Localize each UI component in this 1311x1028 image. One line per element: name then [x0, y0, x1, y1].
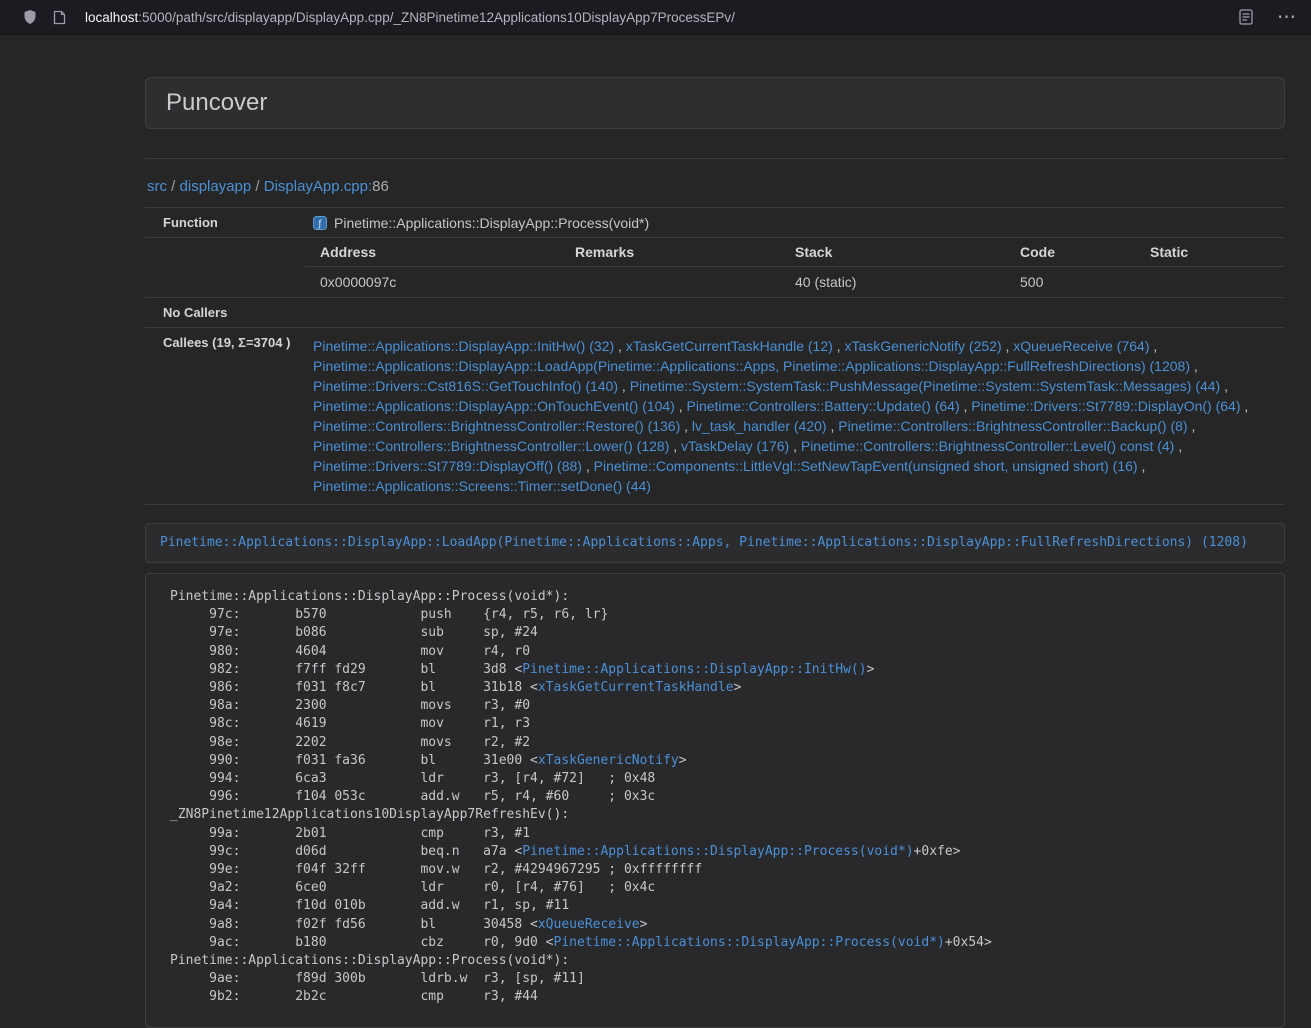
function-name-cell: ƒ Pinetime::Applications::DisplayApp::Pr… — [305, 208, 1285, 238]
metrics-row: Address Remarks Stack Code Static 0x0000… — [145, 238, 1285, 298]
callees-label: Callees (19, Σ=3704 ) — [145, 328, 305, 505]
assembly-pre: Pinetime::Applications::DisplayApp::Proc… — [170, 588, 1260, 1007]
stack-value: 40 (static) — [780, 267, 1005, 298]
callee-link[interactable]: xTaskGetCurrentTaskHandle (12) — [626, 338, 833, 354]
asm-symbol-link[interactable]: xTaskGetCurrentTaskHandle — [538, 680, 734, 695]
no-callers-label: No Callers — [145, 298, 305, 328]
callee-link[interactable]: Pinetime::Controllers::BrightnessControl… — [838, 418, 1187, 434]
address-value: 0x0000097c — [305, 267, 560, 298]
page-title: Puncover — [166, 89, 267, 117]
code-value: 500 — [1005, 267, 1135, 298]
metrics-header-row: Address Remarks Stack Code Static — [305, 238, 1285, 267]
callee-link[interactable]: lv_task_handler (420) — [692, 418, 827, 434]
function-name: Pinetime::Applications::DisplayApp::Proc… — [334, 215, 649, 231]
breadcrumb: src / displayapp / DisplayApp.cpp:86 — [147, 177, 1285, 197]
disassembly-panel: Pinetime::Applications::DisplayApp::Proc… — [145, 573, 1285, 1028]
callee-link[interactable]: Pinetime::Applications::Screens::Timer::… — [313, 478, 651, 494]
callee-link[interactable]: Pinetime::Components::LittleVgl::SetNewT… — [594, 458, 1138, 474]
column-header-static: Static — [1135, 238, 1285, 267]
callee-link[interactable]: Pinetime::Controllers::Battery::Update()… — [687, 398, 960, 414]
url-path: :5000/path/src/displayapp/DisplayApp.cpp… — [138, 10, 735, 25]
selected-callee-panel: Pinetime::Applications::DisplayApp::Load… — [145, 523, 1285, 563]
metrics-table: Address Remarks Stack Code Static 0x0000… — [305, 238, 1285, 297]
breadcrumb-link-file[interactable]: DisplayApp.cpp: — [264, 178, 372, 195]
callee-link[interactable]: Pinetime::Controllers::BrightnessControl… — [801, 438, 1174, 454]
breadcrumb-separator: / — [171, 178, 175, 195]
no-callers-row: No Callers — [145, 298, 1285, 328]
remarks-value — [560, 267, 780, 298]
symbol-table: Function ƒ Pinetime::Applications::Displ… — [145, 207, 1285, 505]
reader-mode-icon[interactable] — [1239, 9, 1253, 25]
callee-link[interactable]: Pinetime::Applications::DisplayApp::OnTo… — [313, 398, 675, 414]
breadcrumb-line-number: 86 — [372, 178, 389, 195]
column-header-stack: Stack — [780, 238, 1005, 267]
divider — [145, 158, 1285, 159]
asm-symbol-link[interactable]: xQueueReceive — [538, 917, 640, 932]
metrics-table-cell: Address Remarks Stack Code Static 0x0000… — [305, 238, 1285, 298]
overflow-menu-icon[interactable]: ⋯ — [1277, 8, 1297, 27]
no-callers-cell — [305, 298, 1285, 328]
function-row: Function ƒ Pinetime::Applications::Displ… — [145, 208, 1285, 238]
page-info-icon[interactable] — [53, 10, 66, 25]
breadcrumb-separator: / — [255, 178, 259, 195]
callee-link[interactable]: Pinetime::Drivers::St7789::DisplayOn() (… — [971, 398, 1240, 414]
shield-icon[interactable] — [22, 9, 38, 25]
callee-link[interactable]: Pinetime::Drivers::St7789::DisplayOff() … — [313, 458, 582, 474]
column-header-code: Code — [1005, 238, 1135, 267]
app-header-panel: Puncover — [145, 77, 1285, 129]
breadcrumb-link-displayapp[interactable]: displayapp — [180, 178, 252, 195]
callees-cell: Pinetime::Applications::DisplayApp::Init… — [305, 328, 1285, 505]
breadcrumb-link-src[interactable]: src — [147, 178, 167, 195]
callee-link[interactable]: Pinetime::Controllers::BrightnessControl… — [313, 418, 680, 434]
metrics-value-row: 0x0000097c 40 (static) 500 — [305, 267, 1285, 298]
asm-symbol-link[interactable]: xTaskGenericNotify — [538, 753, 679, 768]
function-label: Function — [145, 208, 305, 238]
column-header-address: Address — [305, 238, 560, 267]
asm-symbol-link[interactable]: Pinetime::Applications::DisplayApp::Init… — [522, 662, 866, 677]
callee-link[interactable]: Pinetime::Applications::DisplayApp::Init… — [313, 338, 614, 354]
column-header-remarks: Remarks — [560, 238, 780, 267]
asm-symbol-link[interactable]: Pinetime::Applications::DisplayApp::Proc… — [554, 935, 945, 950]
callee-link[interactable]: Pinetime::Controllers::BrightnessControl… — [313, 438, 669, 454]
page-content: Puncover src / displayapp / DisplayApp.c… — [145, 35, 1285, 1028]
browser-chrome: localhost:5000/path/src/displayapp/Displ… — [0, 0, 1311, 35]
url-host: localhost — [85, 10, 138, 25]
selected-callee-link[interactable]: Pinetime::Applications::DisplayApp::Load… — [160, 535, 1248, 550]
callee-link[interactable]: xQueueReceive (764) — [1013, 338, 1149, 354]
static-value — [1135, 267, 1285, 298]
callee-link[interactable]: xTaskGenericNotify (252) — [844, 338, 1001, 354]
callee-link[interactable]: vTaskDelay (176) — [681, 438, 789, 454]
callee-link[interactable]: Pinetime::Applications::DisplayApp::Load… — [313, 358, 1190, 374]
callee-link[interactable]: Pinetime::Drivers::Cst816S::GetTouchInfo… — [313, 378, 618, 394]
callee-link[interactable]: Pinetime::System::SystemTask::PushMessag… — [630, 378, 1221, 394]
callees-row: Callees (19, Σ=3704 ) Pinetime::Applicat… — [145, 328, 1285, 505]
address-bar[interactable]: localhost:5000/path/src/displayapp/Displ… — [85, 10, 735, 25]
asm-symbol-link[interactable]: Pinetime::Applications::DisplayApp::Proc… — [522, 844, 913, 859]
function-icon: ƒ — [313, 216, 327, 230]
metrics-row-spacer — [145, 238, 305, 298]
